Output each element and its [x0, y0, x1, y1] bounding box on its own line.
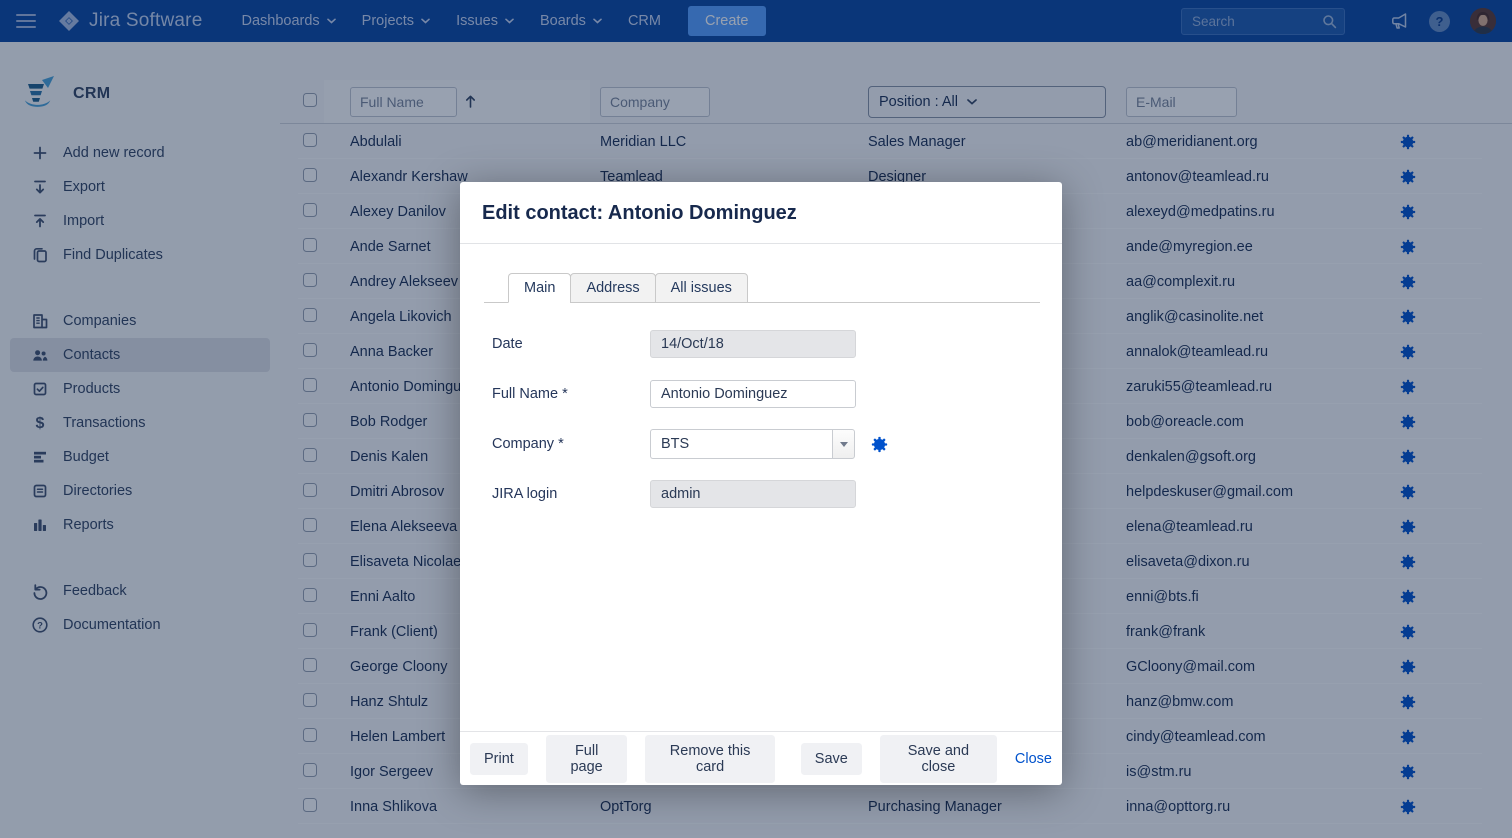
remove-card-button[interactable]: Remove this card — [645, 735, 774, 783]
company-settings-gear-icon[interactable] — [871, 436, 888, 453]
date-field[interactable] — [650, 330, 856, 358]
tab-all-issues[interactable]: All issues — [655, 273, 748, 303]
dialog-title: Edit contact: Antonio Dominguez — [482, 202, 1040, 225]
jira-login-field — [650, 480, 856, 508]
tab-address[interactable]: Address — [570, 273, 655, 303]
close-link[interactable]: Close — [1015, 751, 1052, 767]
dialog-footer: Print Full page Remove this card Save Sa… — [460, 731, 1062, 785]
company-label: Company * — [492, 436, 650, 452]
full-page-button[interactable]: Full page — [546, 735, 628, 783]
dialog-tabs: Main Address All issues — [484, 273, 1040, 303]
edit-contact-dialog: Edit contact: Antonio Dominguez Main Add… — [460, 182, 1062, 785]
full-name-label: Full Name * — [492, 386, 650, 402]
save-button[interactable]: Save — [801, 743, 862, 775]
contact-form: Date Full Name * Company * JIRA login — [492, 319, 1062, 519]
jira-login-label: JIRA login — [492, 486, 650, 502]
dropdown-arrow-icon — [840, 442, 848, 447]
company-dropdown-button[interactable] — [832, 429, 855, 459]
company-field[interactable] — [650, 429, 832, 459]
dialog-header: Edit contact: Antonio Dominguez — [460, 182, 1062, 244]
print-button[interactable]: Print — [470, 743, 528, 775]
full-name-field[interactable] — [650, 380, 856, 408]
date-label: Date — [492, 336, 650, 352]
tab-main[interactable]: Main — [508, 273, 571, 303]
save-and-close-button[interactable]: Save and close — [880, 735, 997, 783]
company-combobox — [650, 429, 855, 459]
